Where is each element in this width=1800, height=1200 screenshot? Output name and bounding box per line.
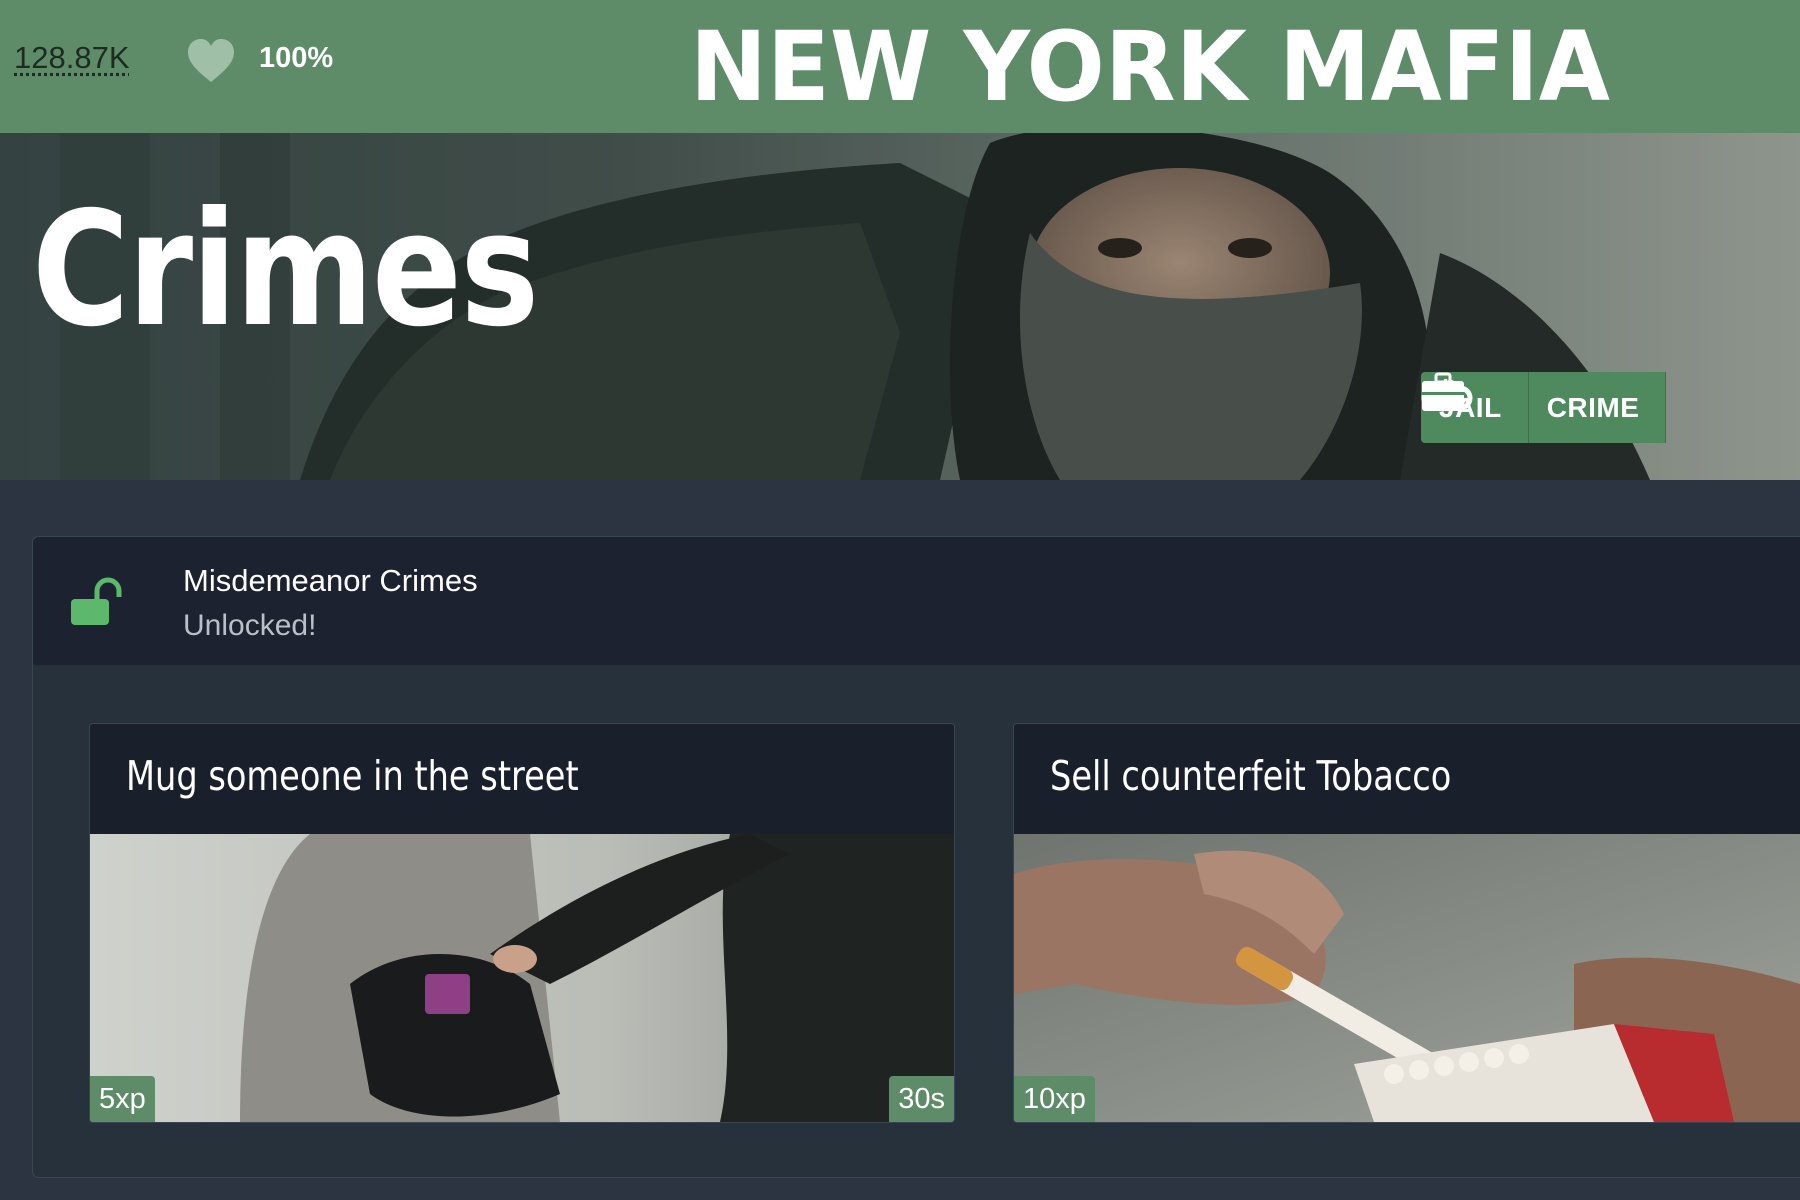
unlocked-padlock-icon	[71, 577, 122, 625]
top-bar: 128.87K 100% NEW YORK MAFIA	[0, 0, 1800, 133]
xp-badge: 10xp	[1014, 1076, 1095, 1122]
crime-category-panel: Misdemeanor Crimes Unlocked! Mug someone…	[32, 536, 1800, 1178]
crimes-banner: Crimes JAIL CRIME	[0, 133, 1800, 480]
money-counter[interactable]: 128.87K	[14, 40, 130, 76]
category-status: Unlocked!	[183, 609, 317, 642]
logo-text: NEW YORK MAFIA	[690, 11, 1610, 123]
health-percentage: 100%	[259, 42, 334, 74]
category-header[interactable]: Misdemeanor Crimes Unlocked!	[33, 537, 1800, 665]
crime-label: CRIME	[1546, 391, 1640, 423]
crime-title: Mug someone in the street	[126, 752, 579, 800]
crime-image	[90, 834, 954, 1122]
page-title: Crimes	[32, 178, 539, 362]
heart-icon	[188, 39, 234, 82]
crime-card-mug[interactable]: Mug someone in the street 5xp 30s	[89, 723, 955, 1123]
crime-image	[1014, 834, 1800, 1122]
quick-nav: JAIL CRIME	[1421, 372, 1667, 443]
duration-badge: 30s	[889, 1076, 954, 1122]
crime-card-tobacco[interactable]: Sell counterfeit Tobacco 10xp	[1013, 723, 1800, 1123]
briefcase-icon	[1422, 372, 1464, 411]
game-logo[interactable]: NEW YORK MAFIA	[690, 8, 1620, 123]
crime-button[interactable]: CRIME	[1422, 372, 1667, 443]
crime-title: Sell counterfeit Tobacco	[1050, 752, 1452, 800]
category-title: Misdemeanor Crimes	[183, 563, 478, 598]
xp-badge: 5xp	[90, 1076, 155, 1122]
